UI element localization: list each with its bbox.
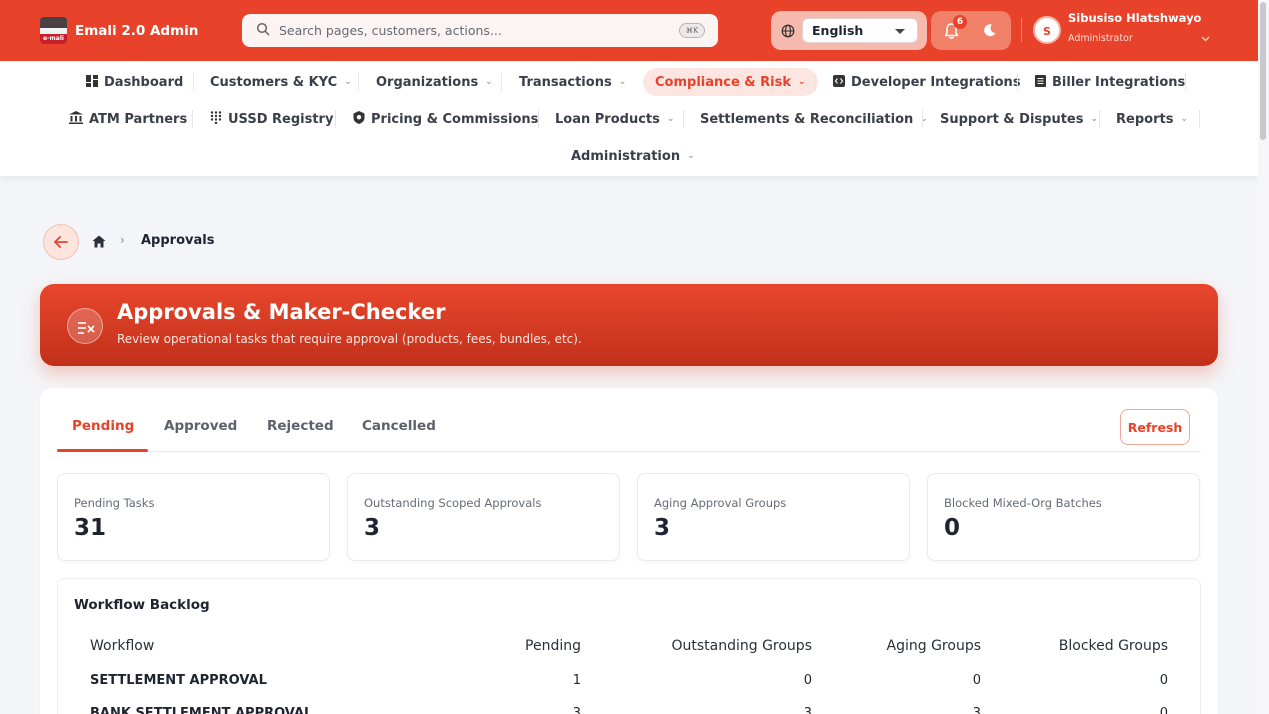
section-title: Workflow Backlog xyxy=(74,597,210,613)
chevron-down-icon: ⌄ xyxy=(666,114,675,124)
search-shortcut-hint: ⌘K xyxy=(679,23,705,38)
search-icon xyxy=(256,21,270,40)
breadcrumb-current: Approvals xyxy=(141,233,215,248)
back-button[interactable] xyxy=(43,224,79,260)
nav-biller-integrations[interactable]: Biller Integrations xyxy=(1035,68,1185,96)
app-title: Emali 2.0 Admin xyxy=(75,22,199,39)
chevron-down-icon: ⌄ xyxy=(687,151,695,161)
refresh-button[interactable]: Refresh xyxy=(1120,409,1190,445)
user-role: Administrator xyxy=(1068,33,1133,44)
approvals-card: Pending Approved Rejected Cancelled Refr… xyxy=(40,388,1218,714)
top-bar: e-mali Emali 2.0 Admin ⌘K English 6 S Si… xyxy=(0,0,1258,61)
nav-developer-integrations[interactable]: Developer Integrations xyxy=(833,68,1021,96)
nav-customers-kyc[interactable]: Customers & KYC ⌄ xyxy=(210,68,352,96)
dialpad-icon xyxy=(210,111,222,127)
nav-loan-products[interactable]: Loan Products ⌄ xyxy=(555,105,674,133)
column-header: Outstanding Groups xyxy=(671,638,812,654)
chevron-down-icon: ⌄ xyxy=(1180,114,1188,124)
nav-administration[interactable]: Administration ⌄ xyxy=(571,142,695,170)
tab-pending[interactable]: Pending xyxy=(72,418,134,434)
tab-active-indicator xyxy=(57,449,148,452)
nav-dashboard[interactable]: Dashboard xyxy=(86,68,183,96)
chevron-down-icon: ⌄ xyxy=(344,77,352,87)
dashboard-icon xyxy=(86,74,98,90)
nav-compliance-risk[interactable]: Compliance & Risk ⌄ xyxy=(643,68,818,96)
bank-icon xyxy=(69,111,83,127)
tab-rejected[interactable]: Rejected xyxy=(267,418,334,434)
nav-ussd-registry[interactable]: USSD Registry xyxy=(210,105,333,133)
language-selected: English xyxy=(812,23,864,38)
app-logo: e-mali xyxy=(40,17,67,44)
arrow-left-icon xyxy=(54,236,68,248)
nav-atm-partners[interactable]: ATM Partners xyxy=(69,105,187,133)
receipt-icon xyxy=(1035,74,1046,90)
chevron-down-icon: ⌄ xyxy=(798,77,806,87)
nav-reports[interactable]: Reports ⌄ xyxy=(1116,105,1188,133)
column-header: Blocked Groups xyxy=(1058,638,1168,654)
theme-toggle-button[interactable] xyxy=(982,23,997,42)
nav-settlements-reconciliation[interactable]: Settlements & Reconciliation ⌄ xyxy=(700,105,928,133)
globe-icon xyxy=(781,23,795,42)
page-subtitle: Review operational tasks that require ap… xyxy=(117,332,582,346)
language-switcher: English xyxy=(771,11,927,50)
approval-checklist-icon xyxy=(67,308,103,344)
chevron-right-icon: › xyxy=(120,233,125,247)
page-title: Approvals & Maker-Checker xyxy=(117,300,446,324)
stat-pending-tasks: Pending Tasks 31 xyxy=(57,473,330,561)
tab-cancelled[interactable]: Cancelled xyxy=(362,418,436,434)
chevron-down-icon: ⌄ xyxy=(1090,114,1099,124)
nav-support-disputes[interactable]: Support & Disputes ⌄ xyxy=(940,105,1098,133)
moon-icon xyxy=(984,24,996,37)
badge-icon xyxy=(353,111,365,127)
stat-blocked-mixed-org-batches: Blocked Mixed-Org Batches 0 xyxy=(927,473,1200,561)
nav-transactions[interactable]: Transactions ⌄ xyxy=(519,68,626,96)
user-name[interactable]: Sibusiso Hlatshwayo xyxy=(1068,11,1201,25)
chevron-down-icon xyxy=(895,29,905,34)
page-header-banner: Approvals & Maker-Checker Review operati… xyxy=(40,284,1218,366)
language-select[interactable]: English xyxy=(802,18,918,43)
column-header: Aging Groups xyxy=(886,638,981,654)
tab-divider xyxy=(57,451,1201,452)
chevron-down-icon: ⌄ xyxy=(618,77,627,87)
global-search[interactable]: ⌘K xyxy=(242,14,718,47)
chevron-down-icon: ⌄ xyxy=(485,77,493,87)
nav-pricing-commissions[interactable]: Pricing & Commissions xyxy=(353,105,538,133)
nav-organizations[interactable]: Organizations ⌄ xyxy=(376,68,493,96)
code-icon xyxy=(833,74,845,90)
main-navigation: Dashboard Customers & KYC ⌄ Organizations… xyxy=(0,61,1258,176)
page-scrollbar-thumb[interactable] xyxy=(1260,2,1266,140)
stat-aging-approval-groups: Aging Approval Groups 3 xyxy=(637,473,910,561)
tab-approved[interactable]: Approved xyxy=(164,418,237,434)
user-menu-chevron-icon[interactable] xyxy=(1201,27,1210,46)
column-header: Pending xyxy=(525,638,581,654)
user-avatar[interactable]: S xyxy=(1033,16,1061,44)
search-input[interactable] xyxy=(279,23,659,38)
stat-outstanding-scoped-approvals: Outstanding Scoped Approvals 3 xyxy=(347,473,620,561)
brand[interactable]: e-mali Emali 2.0 Admin xyxy=(40,17,198,44)
home-icon[interactable] xyxy=(92,233,106,252)
notification-count-badge: 6 xyxy=(953,15,967,29)
column-header: Workflow xyxy=(90,638,155,654)
utility-buttons: 6 xyxy=(931,11,1011,50)
workflow-backlog-table: Workflow Backlog Workflow Pending Outsta… xyxy=(57,578,1201,714)
